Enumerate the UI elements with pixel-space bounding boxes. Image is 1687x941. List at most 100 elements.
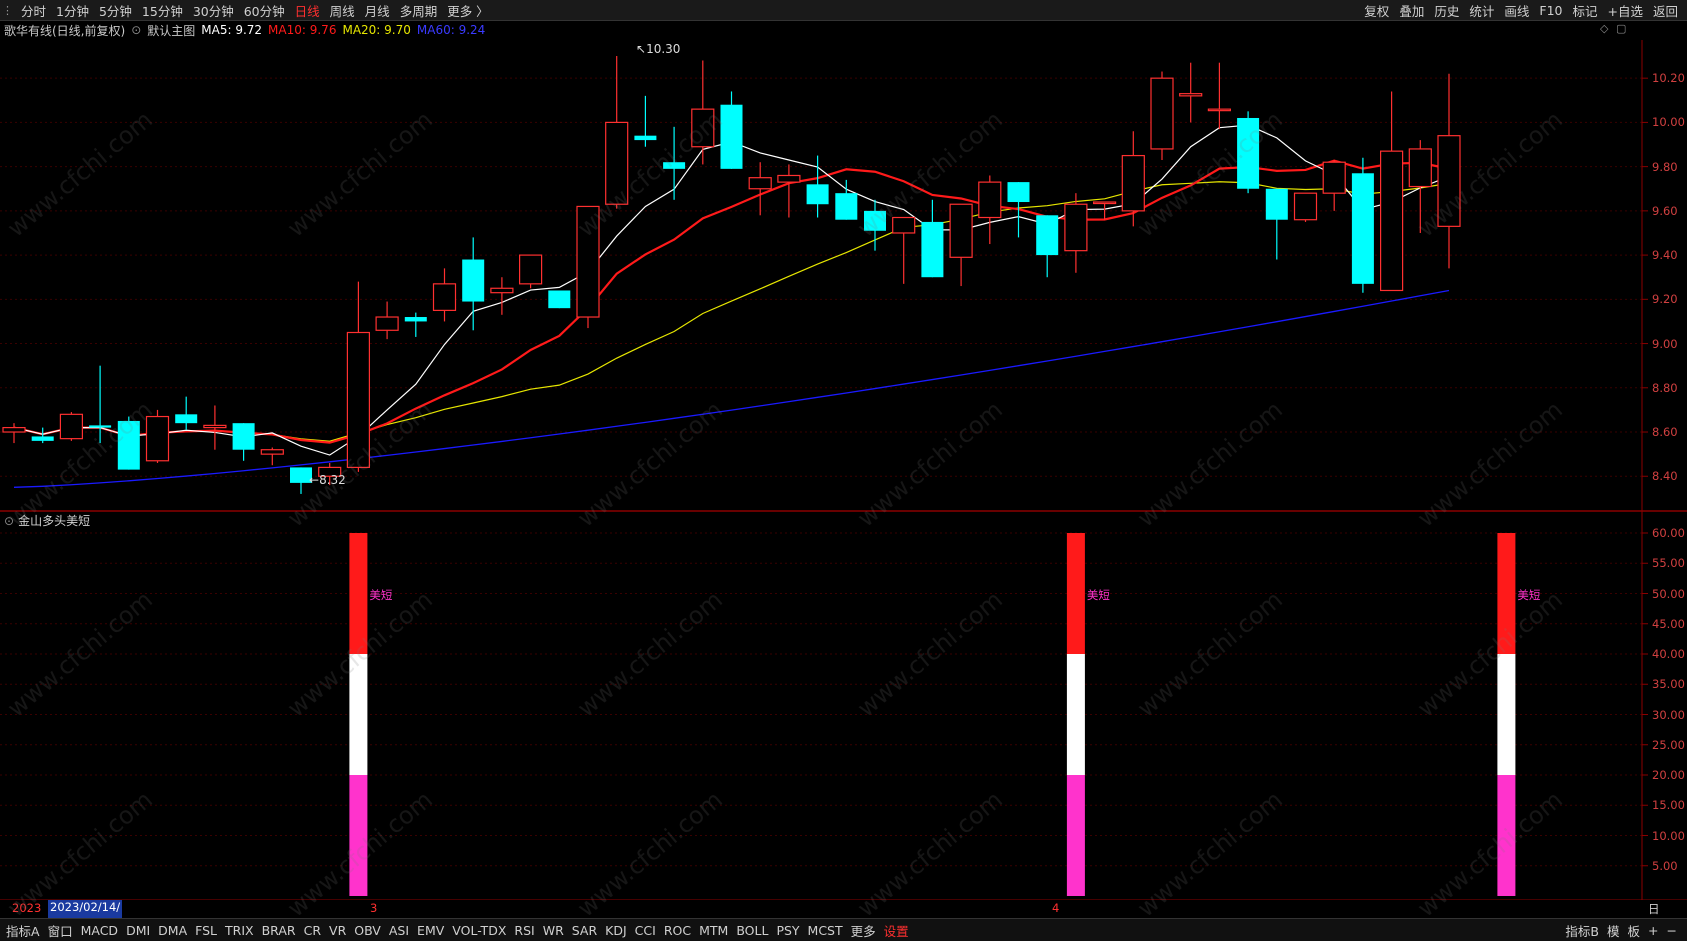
indicator-tab-25[interactable]: 设置	[880, 921, 913, 940]
candle-body-up	[518, 254, 543, 285]
price-axis-label: 10.00	[1652, 115, 1685, 130]
candle-body-up	[59, 413, 84, 440]
month-3-label: 3	[370, 901, 378, 915]
signal-bar-segment	[349, 654, 368, 775]
indicator-axis-label: 40.00	[1652, 647, 1685, 661]
candle-body-down	[663, 162, 686, 169]
indicator-tab-19[interactable]: ROC	[660, 923, 695, 938]
candlesticks	[2, 56, 1461, 494]
price-axis-label: 10.20	[1652, 71, 1685, 86]
price-axis-label: 9.00	[1652, 336, 1678, 351]
candle-body-down	[634, 135, 657, 141]
candle-body-down	[1351, 173, 1374, 284]
candle-body-up	[1064, 203, 1088, 252]
indicator-tab-3[interactable]: DMI	[122, 923, 154, 938]
high-marker-icon: ↖	[636, 42, 647, 56]
candle-body-up	[260, 449, 284, 455]
bottom-right-btn-0[interactable]: 指标B	[1561, 921, 1603, 940]
price-axis-label: 8.80	[1652, 380, 1678, 395]
candle-body-up	[1322, 161, 1346, 194]
candle-body-down	[921, 221, 944, 278]
candle-body-up	[203, 424, 227, 429]
candle-body-up	[1379, 150, 1404, 292]
candle-body-up	[490, 287, 514, 294]
signal-bar-segment	[1066, 654, 1085, 775]
month-4-label: 4	[1052, 901, 1060, 915]
indicator-tab-20[interactable]: MTM	[695, 923, 732, 938]
indicator-tab-12[interactable]: EMV	[413, 923, 448, 938]
ma5-series	[13, 124, 1450, 456]
signal-bar-segment	[349, 775, 368, 896]
indicator-tab-6[interactable]: TRIX	[221, 923, 258, 938]
indicator-tab-9[interactable]: VR	[325, 923, 350, 938]
signal-bar-segment	[1497, 775, 1516, 896]
candle-body-up	[432, 283, 457, 311]
signal-label: 美短	[1086, 587, 1110, 602]
indicator-tab-14[interactable]: RSI	[510, 923, 538, 938]
indicator-tab-13[interactable]: VOL-TDX	[448, 923, 510, 938]
indicator-tab-21[interactable]: BOLL	[732, 923, 772, 938]
candle-body-down	[31, 436, 54, 441]
indicator-tab-4[interactable]: DMA	[154, 923, 191, 938]
low-annotation: ←8.32	[309, 473, 346, 487]
candle-body-down	[175, 414, 198, 424]
ma60-series	[13, 289, 1450, 488]
price-axis-label: 9.40	[1652, 248, 1678, 263]
candle-body-down	[404, 317, 427, 322]
indicator-title[interactable]: ⊙ 金山多头美短	[4, 512, 90, 529]
year-label: 2023	[12, 901, 42, 915]
indicator-axis-label: 25.00	[1652, 737, 1685, 752]
indicator-tab-16[interactable]: SAR	[568, 923, 601, 938]
ma20-line	[13, 181, 1450, 442]
indicator-tab-22[interactable]: PSY	[772, 923, 803, 938]
indicator-tab-15[interactable]: WR	[539, 923, 568, 938]
candle-body-up	[949, 203, 973, 258]
price-axis-label: 9.20	[1652, 292, 1678, 307]
ma20-series	[13, 181, 1450, 442]
ma5-line	[13, 124, 1450, 456]
price-axis-label: 9.60	[1652, 203, 1678, 218]
indicator-tab-1[interactable]: 窗口	[44, 921, 77, 940]
indicator-axis-label: 5.00	[1652, 858, 1678, 873]
indicator-tab-7[interactable]: BRAR	[258, 923, 300, 938]
indicator-tab-0[interactable]: 指标A	[2, 921, 44, 940]
indicator-tabs: 指标A 窗口 MACD DMI DMA FSL TRIX BRAR CR VR OBV ASI EMV V…	[0, 918, 1687, 941]
candle-body-down	[117, 420, 140, 470]
candle-body-down	[1036, 215, 1059, 256]
candle-body-up	[748, 177, 772, 190]
indicator-tab-23[interactable]: MCST	[804, 923, 847, 938]
chart-canvas[interactable]	[0, 0, 1687, 900]
indicator-tab-8[interactable]: CR	[300, 923, 325, 938]
high-annotation: ↖10.30	[636, 42, 681, 56]
candle-body-up	[346, 331, 370, 469]
indicator-axis-label: 60.00	[1652, 526, 1685, 540]
candle-body-up	[1437, 135, 1461, 227]
indicator-tab-2[interactable]: MACD	[77, 923, 122, 938]
bottom-right-btn-2[interactable]: 板	[1624, 921, 1645, 940]
indicator-axis-label: 30.00	[1652, 707, 1685, 722]
indicator-tab-24[interactable]: 更多	[847, 921, 880, 940]
price-axis-label: 9.80	[1652, 159, 1678, 174]
signal-label: 美短	[369, 587, 393, 602]
bottom-right-btn-3[interactable]: +	[1644, 923, 1662, 938]
bottom-right-btn-4[interactable]: −	[1663, 923, 1681, 938]
candle-body-up	[691, 108, 715, 148]
dropdown-icon[interactable]: ⊙	[4, 514, 14, 528]
price-axis-label: 8.60	[1652, 425, 1678, 440]
indicator-axis-label: 20.00	[1652, 768, 1685, 782]
low-marker-icon: ←	[309, 473, 320, 487]
indicator-tab-18[interactable]: CCI	[631, 923, 660, 938]
indicator-tab-10[interactable]: OBV	[350, 923, 385, 938]
bottom-right-btn-1[interactable]: 模	[1603, 921, 1624, 940]
candle-body-up	[1150, 77, 1174, 150]
indicator-axis-label: 50.00	[1652, 586, 1685, 601]
candle-body-down	[720, 104, 743, 169]
candle-body-up	[375, 316, 399, 331]
indicator-tab-17[interactable]: KDJ	[601, 923, 631, 938]
indicator-tab-5[interactable]: FSL	[191, 923, 221, 938]
signal-bar-segment	[1066, 775, 1085, 896]
indicator-tab-11[interactable]: ASI	[385, 923, 413, 938]
candle-body-up	[1408, 148, 1432, 188]
indicator-axis-label: 10.00	[1652, 828, 1685, 843]
candle-body-up	[1092, 201, 1117, 205]
